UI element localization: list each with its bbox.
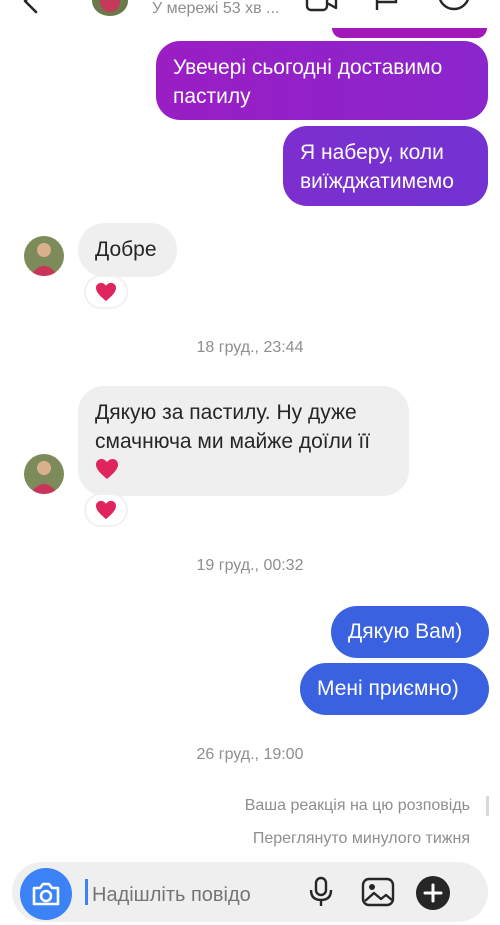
incoming-message[interactable]: Добре: [78, 223, 177, 277]
heart-icon: [96, 500, 116, 520]
message-input[interactable]: [92, 884, 287, 907]
outgoing-message[interactable]: Увечері сьогодні доставимо пастилу: [156, 41, 488, 120]
outgoing-message[interactable]: Дякую Вам): [331, 606, 489, 658]
timestamp: 19 груд., 00:32: [196, 557, 304, 574]
microphone-icon[interactable]: [308, 876, 334, 906]
gallery-icon[interactable]: [361, 877, 395, 907]
outgoing-message[interactable]: Я наберу, коли виїжджатимемо: [283, 126, 488, 206]
timestamp: 18 груд., 23:44: [196, 339, 304, 356]
avatar[interactable]: [24, 454, 64, 494]
camera-button[interactable]: [20, 868, 72, 920]
chevron-left-icon[interactable]: [18, 0, 44, 14]
incoming-message[interactable]: Дякую за пастилу. Ну дуже смачнюча ми ма…: [78, 386, 409, 496]
flag-icon[interactable]: [374, 0, 400, 10]
previous-message-bubble: [332, 28, 487, 38]
message-reaction[interactable]: [84, 275, 128, 309]
heart-icon: [96, 282, 116, 302]
story-indicator: [486, 796, 489, 816]
message-reaction[interactable]: [84, 493, 128, 527]
online-status: У мережі 53 хв ...: [152, 0, 280, 17]
seen-status: Переглянуто минулого тижня: [252, 830, 470, 847]
info-icon[interactable]: [438, 0, 470, 12]
video-call-icon[interactable]: [305, 0, 339, 12]
story-reaction-note: Ваша реакція на цю розповідь: [244, 797, 470, 814]
plus-icon[interactable]: [415, 875, 451, 911]
message-text: Дякую за пастилу. Ну дуже смачнюча ми ма…: [95, 401, 371, 453]
text-cursor: [85, 879, 88, 905]
timestamp: 26 груд., 19:00: [196, 746, 304, 763]
camera-icon: [32, 882, 60, 906]
outgoing-message[interactable]: Мені приємно): [300, 663, 489, 715]
avatar[interactable]: [24, 236, 64, 276]
heart-icon: [96, 459, 118, 479]
